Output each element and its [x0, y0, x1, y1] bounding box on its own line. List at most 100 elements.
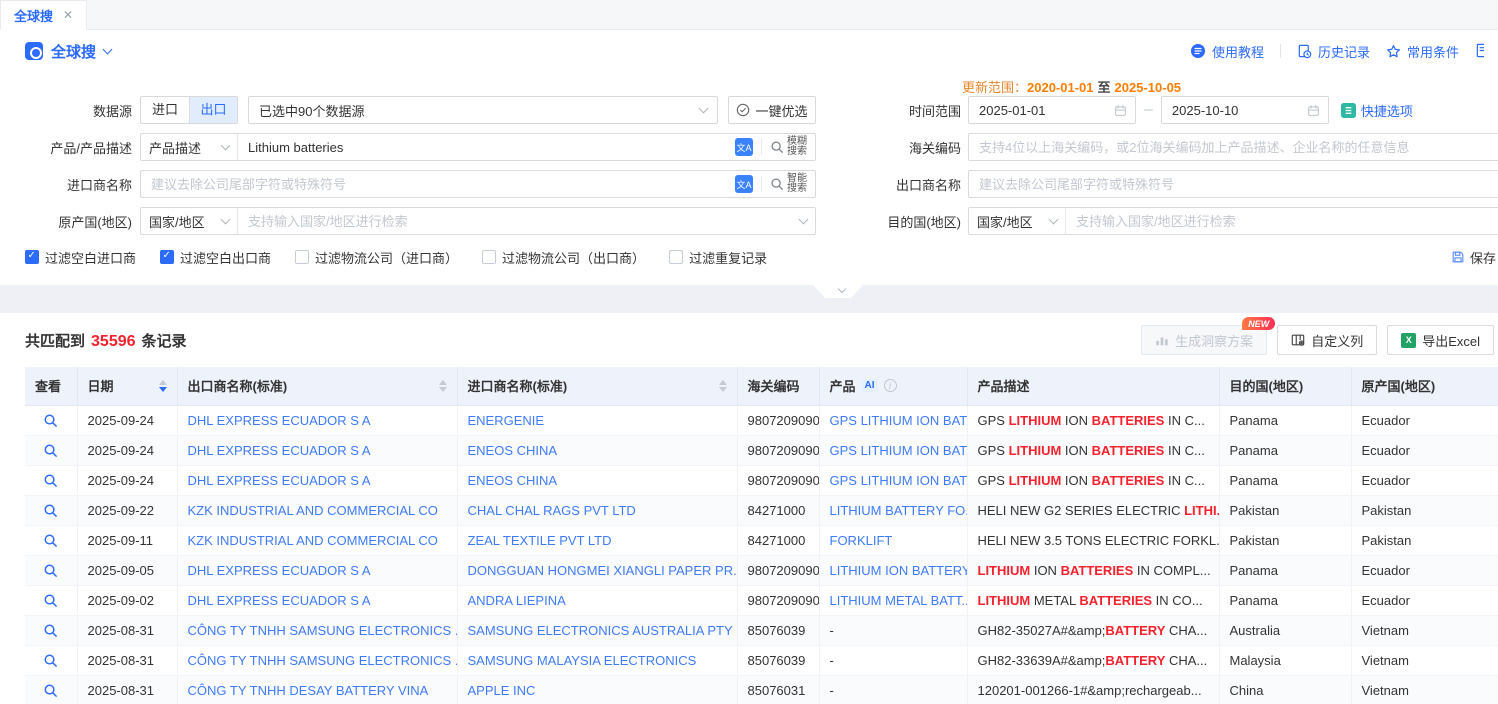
- favorites-link[interactable]: 常用条件: [1386, 42, 1459, 61]
- filter-checkbox-1[interactable]: 过滤空白出口商: [160, 248, 271, 267]
- generate-insight-button[interactable]: 生成洞察方案 NEW: [1141, 325, 1267, 355]
- view-detail-button[interactable]: [43, 473, 58, 488]
- quick-options-link[interactable]: 快捷选项: [1341, 101, 1413, 120]
- importer-link[interactable]: APPLE INC: [468, 683, 536, 698]
- tab-close-icon[interactable]: ✕: [63, 8, 73, 22]
- filter-checkbox-4[interactable]: 过滤重复记录: [669, 248, 767, 267]
- import-toggle-button[interactable]: 进口: [141, 97, 189, 123]
- importer-link[interactable]: ANDRA LIEPINA: [468, 593, 566, 608]
- importer-name-input[interactable]: [141, 177, 735, 192]
- view-detail-button[interactable]: [43, 563, 58, 578]
- product-link[interactable]: FORKLIFT: [830, 533, 893, 548]
- data-source-dropdown[interactable]: 已选中90个数据源: [248, 96, 718, 124]
- product-link[interactable]: LITHIUM BATTERY FO...: [830, 503, 968, 518]
- cell-view: [25, 555, 77, 585]
- sort-icons[interactable]: [159, 380, 167, 392]
- hs-code-input[interactable]: [969, 140, 1498, 155]
- sort-icons[interactable]: [439, 380, 447, 392]
- filter-checkbox-0[interactable]: 过滤空白进口商: [25, 248, 136, 267]
- hs-code-input-box[interactable]: [968, 133, 1498, 161]
- fuzzy-search-button[interactable]: 模糊搜索: [770, 137, 815, 157]
- more-action-icon[interactable]: [1475, 43, 1484, 59]
- exporter-name-input[interactable]: [969, 177, 1498, 192]
- exporter-link[interactable]: KZK INDUSTRIAL AND COMMERCIAL CO: [188, 533, 438, 548]
- importer-link[interactable]: SAMSUNG ELECTRONICS AUSTRALIA PTY: [468, 623, 733, 638]
- end-date-input[interactable]: [1162, 103, 1307, 118]
- origin-country-input[interactable]: [238, 214, 792, 229]
- col-exporter[interactable]: 出口商名称(标准): [177, 367, 457, 405]
- divider: [761, 176, 762, 192]
- exporter-link[interactable]: DHL EXPRESS ECUADOR S A: [188, 473, 371, 488]
- export-toggle-button[interactable]: 出口: [189, 97, 237, 123]
- one-click-optimize-button[interactable]: 一键优选: [728, 96, 816, 124]
- info-icon[interactable]: i: [884, 379, 897, 392]
- filter-checkbox-2[interactable]: 过滤物流公司（进口商）: [295, 248, 458, 267]
- origin-field-type-select[interactable]: 国家/地区: [141, 208, 238, 234]
- view-detail-button[interactable]: [43, 503, 58, 518]
- save-button[interactable]: 保存: [1451, 248, 1496, 267]
- exporter-link[interactable]: CÔNG TY TNHH SAMSUNG ELECTRONICS ...: [188, 653, 458, 668]
- translate-icon[interactable]: 文A: [735, 138, 753, 156]
- cell-importer: ENEOS CHINA: [457, 465, 737, 495]
- exporter-link[interactable]: CÔNG TY TNHH SAMSUNG ELECTRONICS ...: [188, 623, 458, 638]
- view-detail-button[interactable]: [43, 623, 58, 638]
- importer-link[interactable]: SAMSUNG MALAYSIA ELECTRONICS: [468, 653, 697, 668]
- product-link[interactable]: LITHIUM ION BATTERY: [830, 563, 968, 578]
- exporter-link[interactable]: DHL EXPRESS ECUADOR S A: [188, 563, 371, 578]
- importer-link[interactable]: ZEAL TEXTILE PVT LTD: [468, 533, 612, 548]
- view-detail-button[interactable]: [43, 413, 58, 428]
- filter-checkbox-group: 过滤空白进口商 过滤空白出口商 过滤物流公司（进口商） 过滤物流公司（出口商） 过滤重复…: [25, 248, 791, 267]
- importer-link[interactable]: ENEOS CHINA: [468, 443, 558, 458]
- exporter-link[interactable]: DHL EXPRESS ECUADOR S A: [188, 443, 371, 458]
- product-link[interactable]: GPS LITHIUM ION BAT...: [830, 473, 968, 488]
- col-date[interactable]: 日期: [77, 367, 177, 405]
- cell-destination: China: [1219, 675, 1351, 704]
- view-detail-button[interactable]: [43, 653, 58, 668]
- view-detail-button[interactable]: [43, 533, 58, 548]
- collapse-form-button[interactable]: [813, 285, 863, 298]
- product-link[interactable]: LITHIUM METAL BATT...: [830, 593, 968, 608]
- history-link[interactable]: 历史记录: [1297, 42, 1370, 61]
- translate-icon[interactable]: 文A: [735, 175, 753, 193]
- product-link[interactable]: GPS LITHIUM ION BAT...: [830, 443, 968, 458]
- importer-link[interactable]: CHAL CHAL RAGS PVT LTD: [468, 503, 636, 518]
- cell-origin: Vietnam: [1351, 615, 1498, 645]
- start-date-input-box[interactable]: [968, 96, 1136, 124]
- sort-icons[interactable]: [719, 380, 727, 392]
- checkbox-unchecked-icon[interactable]: [295, 250, 309, 264]
- col-importer[interactable]: 进口商名称(标准): [457, 367, 737, 405]
- exporter-link[interactable]: CÔNG TY TNHH DESAY BATTERY VINA: [188, 683, 429, 698]
- cell-date: 2025-09-24: [77, 435, 177, 465]
- export-excel-button[interactable]: X 导出Excel: [1387, 325, 1494, 355]
- exporter-link[interactable]: DHL EXPRESS ECUADOR S A: [188, 413, 371, 428]
- checkbox-unchecked-icon[interactable]: [669, 250, 683, 264]
- filter-checkbox-label: 过滤空白进口商: [45, 248, 136, 267]
- exporter-link[interactable]: KZK INDUSTRIAL AND COMMERCIAL CO: [188, 503, 438, 518]
- destination-country-input-box[interactable]: 国家/地区: [968, 207, 1498, 235]
- exporter-name-input-box[interactable]: [968, 170, 1498, 198]
- tab-global-search[interactable]: 全球搜 ✕: [0, 0, 87, 30]
- end-date-input-box[interactable]: [1161, 96, 1329, 124]
- view-detail-button[interactable]: [43, 593, 58, 608]
- tutorial-link[interactable]: 使用教程: [1190, 42, 1264, 61]
- view-detail-button[interactable]: [43, 683, 58, 698]
- importer-link[interactable]: ENERGENIE: [468, 413, 545, 428]
- custom-columns-button[interactable]: 自定义列: [1277, 325, 1377, 355]
- product-description-input[interactable]: [238, 140, 735, 155]
- product-field-type-select[interactable]: 产品描述: [141, 134, 238, 160]
- smart-search-button[interactable]: 智能搜索: [770, 174, 815, 194]
- checkbox-checked-icon[interactable]: [160, 250, 174, 264]
- importer-link[interactable]: DONGGUAN HONGMEI XIANGLI PAPER PR...: [468, 563, 738, 578]
- checkbox-unchecked-icon[interactable]: [482, 250, 496, 264]
- destination-field-type-select[interactable]: 国家/地区: [969, 208, 1066, 234]
- importer-link[interactable]: ENEOS CHINA: [468, 473, 558, 488]
- chevron-down-icon[interactable]: [103, 45, 113, 55]
- start-date-input[interactable]: [969, 103, 1114, 118]
- exporter-link[interactable]: DHL EXPRESS ECUADOR S A: [188, 593, 371, 608]
- view-detail-button[interactable]: [43, 443, 58, 458]
- cell-destination: Pakistan: [1219, 495, 1351, 525]
- filter-checkbox-3[interactable]: 过滤物流公司（出口商）: [482, 248, 645, 267]
- checkbox-checked-icon[interactable]: [25, 250, 39, 264]
- destination-country-input[interactable]: [1066, 214, 1498, 229]
- product-link[interactable]: GPS LITHIUM ION BAT...: [830, 413, 968, 428]
